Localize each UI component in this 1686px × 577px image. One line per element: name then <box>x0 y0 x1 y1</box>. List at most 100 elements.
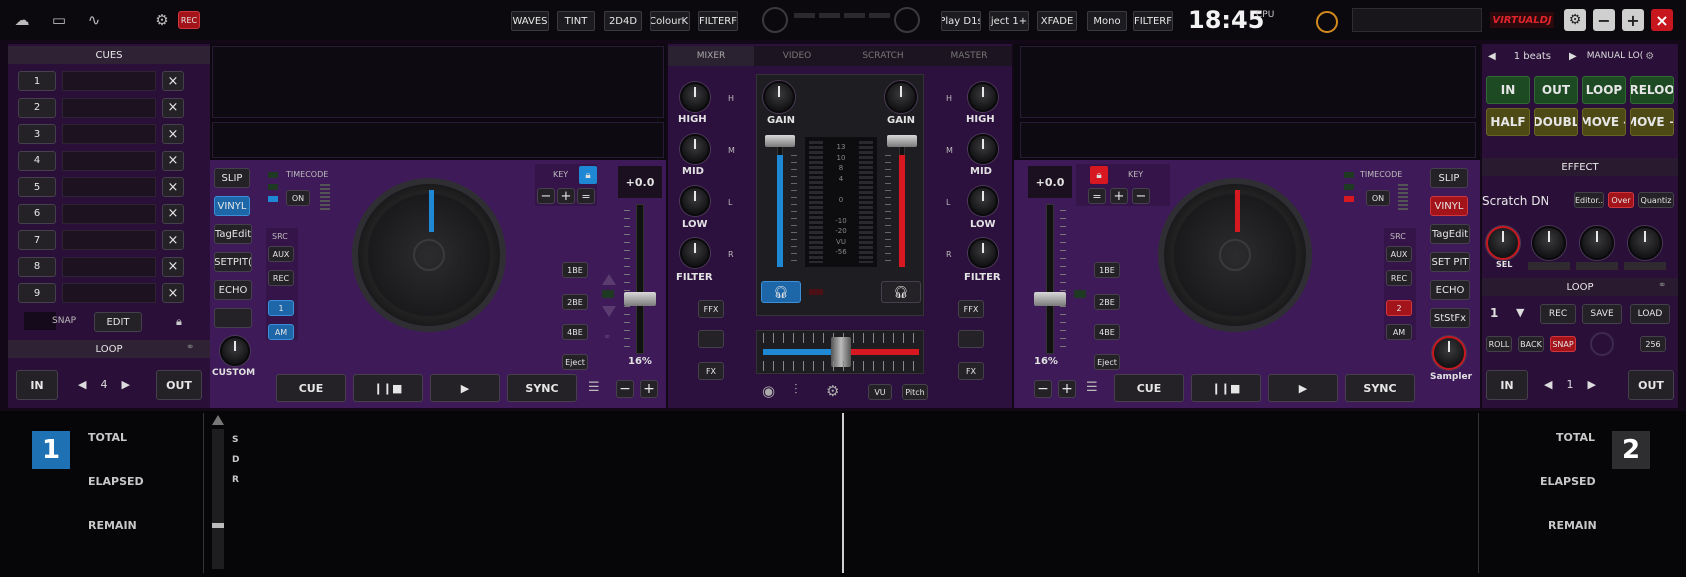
deck2-key-minus-button[interactable]: − <box>1132 188 1150 204</box>
deck2-menu-icon[interactable]: ☰ <box>1086 380 1098 395</box>
pitch-up-icon[interactable] <box>602 274 616 285</box>
deck2-eject-button[interactable]: Eject <box>1094 354 1120 370</box>
tab-master[interactable]: MASTER <box>926 46 1012 66</box>
close-button[interactable]: × <box>1651 9 1673 31</box>
cloud-icon[interactable]: ☁ <box>8 10 36 30</box>
deck1-eq-mid-knob[interactable] <box>680 134 710 164</box>
eject-button[interactable]: Eject 1+3 <box>989 11 1029 31</box>
deck1-empty-fx-button[interactable] <box>698 330 724 348</box>
pitch-button[interactable]: Pitch <box>902 384 928 400</box>
deck1-aux-button[interactable]: AUX <box>268 246 294 262</box>
cue-7-button[interactable]: 7 <box>18 230 56 250</box>
right-loop-next-icon[interactable]: ▶ <box>1587 378 1595 391</box>
edit-button[interactable]: EDIT <box>94 312 142 332</box>
gear-icon[interactable]: ⚙ <box>152 10 172 30</box>
maximize-button[interactable]: + <box>1622 9 1644 31</box>
deck2-timecode-on-button[interactable]: ON <box>1366 190 1390 206</box>
deck1-cue-button[interactable]: CUE <box>276 374 346 402</box>
waves-button[interactable]: WAVES <box>511 11 549 31</box>
cue-6-button[interactable]: 6 <box>18 203 56 224</box>
filter-button-left[interactable]: FILTERF <box>698 11 738 31</box>
deck1-am-button[interactable]: AM <box>268 324 294 340</box>
cue-3-button[interactable]: 3 <box>18 124 56 144</box>
cue-9-delete-icon[interactable]: × <box>162 283 184 303</box>
cue-4-button[interactable]: 4 <box>18 150 56 171</box>
tab-video[interactable]: VIDEO <box>754 46 840 66</box>
deck2-pitch-plus-button[interactable]: + <box>1058 380 1076 398</box>
waveform-icon[interactable]: ∿ <box>82 10 106 30</box>
deck2-play-button[interactable]: ▶ <box>1268 374 1338 402</box>
deck2-rec-button[interactable]: REC <box>1386 270 1412 286</box>
loop-next-icon[interactable]: ▶ <box>121 378 129 391</box>
cue-1-name-field[interactable] <box>62 71 156 91</box>
lock-icon[interactable]: 🔒︎ <box>176 315 182 329</box>
manual-loop-label[interactable]: MANUAL LO( <box>1587 51 1644 61</box>
deck2-volume-fader-cap[interactable] <box>887 135 917 147</box>
cue-8-button[interactable]: 8 <box>18 256 56 277</box>
deck1-filter-knob[interactable] <box>680 238 710 268</box>
deck2-pause-button[interactable]: ❙❙■ <box>1191 374 1261 402</box>
deck1-eq-low-knob[interactable] <box>680 186 710 216</box>
record-icon[interactable]: ◉ <box>762 382 775 400</box>
cue-6-delete-icon[interactable]: × <box>162 203 184 224</box>
play-d1-button[interactable]: Play D1s <box>941 11 981 31</box>
deck1-eject-button[interactable]: Eject <box>562 354 588 370</box>
deck1-pitch-plus-button[interactable]: + <box>640 380 658 398</box>
deck2-ffx-button[interactable]: FFX <box>958 300 984 318</box>
loop-slot-dropdown-icon[interactable]: ▼ <box>1516 306 1524 319</box>
deck1-eq-high-knob[interactable] <box>680 82 710 112</box>
beats-next-icon[interactable]: ▶ <box>1569 51 1577 62</box>
deck2-pitch-fader-cap[interactable] <box>1034 292 1066 306</box>
deck2-fx-button[interactable]: FX <box>958 362 984 380</box>
loop-slot-value[interactable]: 1 <box>1490 306 1498 320</box>
deck1-timecode-on-button[interactable]: ON <box>286 190 310 206</box>
colour-button[interactable]: ColourKi <box>650 11 690 31</box>
2d4d-button[interactable]: 2D4D <box>604 11 642 31</box>
rec-button[interactable]: REC <box>178 11 200 29</box>
tint-button[interactable]: TINT <box>557 11 595 31</box>
deck2-sync-button[interactable]: SYNC <box>1345 374 1415 402</box>
deck2-input2-button[interactable]: 2 <box>1386 300 1412 316</box>
deck1-volume-fader-cap[interactable] <box>765 135 795 147</box>
snap-label[interactable]: SNAP <box>52 316 76 326</box>
deck2-waveform[interactable] <box>1020 46 1476 118</box>
cue-9-name-field[interactable] <box>62 283 156 303</box>
deck2-eq-mid-knob[interactable] <box>968 134 998 164</box>
deck2-tagedit-button[interactable]: TagEdit <box>1430 224 1470 244</box>
deck1-empty-button[interactable] <box>214 308 252 328</box>
cue-6-name-field[interactable] <box>62 203 156 224</box>
beats-prev-icon[interactable]: ◀ <box>1488 51 1496 62</box>
deck1-custom-knob[interactable] <box>220 336 250 366</box>
effect-param3-knob[interactable] <box>1628 226 1662 260</box>
loop-snap-button[interactable]: SNAP <box>1550 336 1576 352</box>
deck2-beat1-button[interactable]: 1BE <box>1094 262 1120 278</box>
cue-2-button[interactable]: 2 <box>18 97 56 118</box>
deck2-echo-button[interactable]: ECHO <box>1430 280 1470 300</box>
loop-in-button[interactable]: IN <box>16 370 58 400</box>
cue-4-delete-icon[interactable]: × <box>162 150 184 171</box>
loop-toggle-btn[interactable]: LOOP <box>1582 76 1626 104</box>
deck1-rec-button[interactable]: REC <box>268 270 294 286</box>
deck2-vinyl-button[interactable]: VINYL <box>1430 196 1468 216</box>
deck1-pitch-fader-cap[interactable] <box>624 292 656 306</box>
deck1-key-reset-button[interactable]: = <box>577 188 595 204</box>
link-icon[interactable]: ⚭ <box>1658 280 1666 291</box>
deck2-eq-high-knob[interactable] <box>968 82 998 112</box>
deck2-eq-low-knob[interactable] <box>968 186 998 216</box>
deck2-jogwheel[interactable] <box>1158 178 1312 332</box>
deck2-sampler-knob[interactable] <box>1432 336 1466 370</box>
deck2-key-reset-button[interactable]: = <box>1088 188 1106 204</box>
loop-roll-button[interactable]: ROLL <box>1486 336 1512 352</box>
cue-2-name-field[interactable] <box>62 97 156 118</box>
tab-scratch[interactable]: SCRATCH <box>840 46 926 66</box>
cue-3-name-field[interactable] <box>62 124 156 144</box>
cue-3-delete-icon[interactable]: × <box>162 124 184 144</box>
deck2-headphone-icon[interactable]: 🎧︎ <box>881 281 921 303</box>
pitch-down-icon[interactable] <box>602 306 616 317</box>
cue-1-button[interactable]: 1 <box>18 71 56 91</box>
deck1-setpitch-button[interactable]: SETPIT( <box>214 252 252 272</box>
equalizer-icon[interactable]: ⫶ <box>794 382 798 398</box>
cue-5-delete-icon[interactable]: × <box>162 177 184 197</box>
deck1-jogwheel[interactable] <box>352 178 506 332</box>
cue-4-name-field[interactable] <box>62 150 156 171</box>
